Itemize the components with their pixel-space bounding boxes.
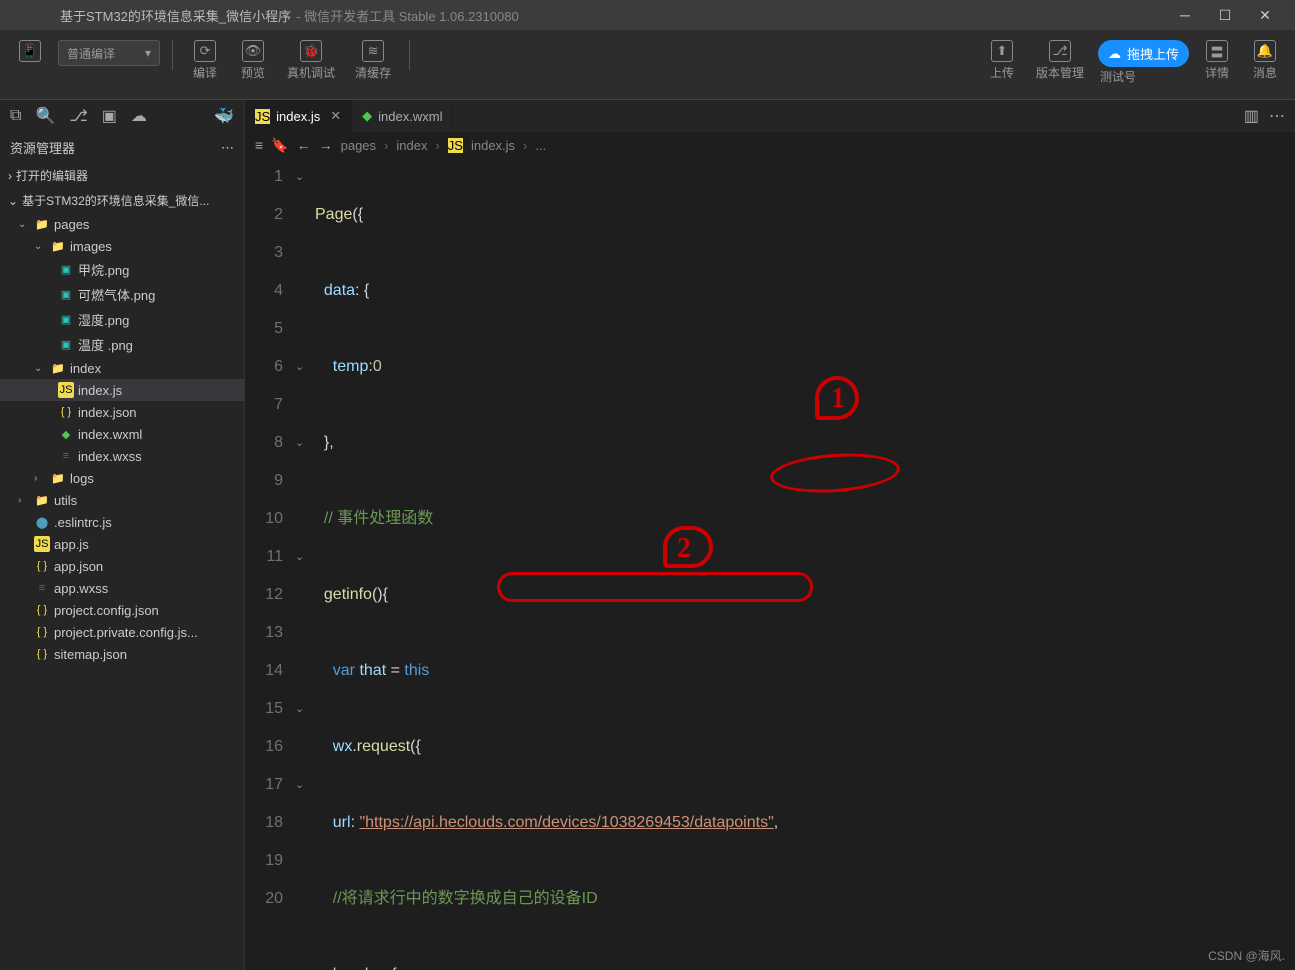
close-tab-icon[interactable]: ✕ — [330, 108, 341, 124]
tab-indexwxml[interactable]: ◆ index.wxml — [352, 100, 453, 132]
window-subtitle: - 微信开发者工具 Stable 1.06.2310080 — [296, 6, 519, 25]
docker-icon[interactable]: 🐳 — [214, 106, 234, 126]
drag-upload-pill[interactable]: ☁ 拖拽上传 — [1098, 40, 1189, 67]
breadcrumb-bar: ≡ 🔖 ← → pages› index› JS index.js› ... — [245, 132, 1295, 158]
compile-mode-select[interactable]: 普通编译▾ — [58, 40, 160, 66]
bookmark-icon[interactable]: 🔖 — [271, 137, 288, 154]
test-account-button[interactable]: 测试号 — [1094, 66, 1142, 87]
tree-pages[interactable]: ⌄📁pages — [0, 213, 244, 235]
tree-projprivconf[interactable]: { }project.private.config.js... — [0, 621, 244, 643]
js-icon: JS — [255, 109, 270, 124]
crumb-index[interactable]: index — [396, 138, 427, 153]
split-icon[interactable]: ▥ — [1244, 106, 1259, 126]
tree-indexwxml[interactable]: ◆index.wxml — [0, 423, 244, 445]
close-button[interactable]: ✕ — [1245, 0, 1285, 30]
tab-bar: JS index.js ✕ ◆ index.wxml ▥ ⋯ — [245, 100, 1295, 132]
annotation-label-2: 2 — [677, 530, 691, 568]
more-icon[interactable]: ⋯ — [221, 140, 234, 156]
tree-indexjson[interactable]: { }index.json — [0, 401, 244, 423]
messages-button[interactable]: 🔔消息 — [1245, 38, 1285, 83]
devices-button[interactable]: 📱 — [10, 38, 50, 64]
open-editors-section[interactable]: ›打开的编辑器 — [0, 163, 244, 188]
titlebar: 基于STM32的环境信息采集_微信小程序 - 微信开发者工具 Stable 1.… — [0, 0, 1295, 30]
window-title: 基于STM32的环境信息采集_微信小程序 — [60, 6, 291, 25]
tree-img2[interactable]: ▣可燃气体.png — [0, 282, 244, 307]
line-numbers: 1234567891011121314151617181920 — [245, 158, 295, 970]
version-button[interactable]: ⎇版本管理 — [1030, 38, 1090, 83]
project-section[interactable]: ⌄基于STM32的环境信息采集_微信... — [0, 188, 244, 213]
tree-index[interactable]: ⌄📁index — [0, 357, 244, 379]
fold-column: ⌄⌄⌄⌄⌄⌄ — [295, 158, 315, 970]
tree-img1[interactable]: ▣甲烷.png — [0, 257, 244, 282]
forward-icon[interactable]: → — [319, 137, 333, 153]
tree-img3[interactable]: ▣湿度.png — [0, 307, 244, 332]
tree-appwxss[interactable]: ≡app.wxss — [0, 577, 244, 599]
list-icon[interactable]: ≡ — [255, 137, 263, 153]
wxml-icon: ◆ — [362, 108, 372, 124]
file-tree: ⌄📁pages ⌄📁images ▣甲烷.png ▣可燃气体.png ▣湿度.p… — [0, 213, 244, 665]
real-debug-button[interactable]: 🐞真机调试 — [281, 38, 341, 83]
tree-sitemap[interactable]: { }sitemap.json — [0, 643, 244, 665]
box-icon[interactable]: ▣ — [102, 106, 117, 126]
sidebar-icons: ⧉ 🔍 ⎇ ▣ ☁ 🐳 — [0, 100, 244, 132]
explorer-icon[interactable]: ⧉ — [10, 107, 21, 125]
tree-utils[interactable]: ›📁utils — [0, 489, 244, 511]
cloud-icon[interactable]: ☁ — [131, 106, 147, 126]
crumb-file[interactable]: index.js — [471, 138, 515, 153]
maximize-button[interactable]: ☐ — [1205, 0, 1245, 30]
explorer-header: 资源管理器 ⋯ — [0, 132, 244, 163]
compile-button[interactable]: ⟳编译 — [185, 38, 225, 83]
minimize-button[interactable]: ─ — [1165, 0, 1205, 30]
crumb-more[interactable]: ... — [535, 138, 546, 153]
code-editor[interactable]: 1234567891011121314151617181920 ⌄⌄⌄⌄⌄⌄ P… — [245, 158, 1295, 970]
code-content: Page({ data: { temp:0 }, // 事件处理函数 getin… — [315, 158, 801, 970]
watermark: CSDN @海风. — [1208, 947, 1285, 964]
upload-button[interactable]: ⬆上传 — [982, 38, 1022, 83]
search-icon[interactable]: 🔍 — [35, 106, 55, 126]
cloud-icon: ☁ — [1108, 46, 1121, 62]
compile-mode-label: 普通编译 — [67, 45, 115, 62]
details-button[interactable]: 〓详情 — [1197, 38, 1237, 83]
tree-logs[interactable]: ›📁logs — [0, 467, 244, 489]
back-icon[interactable]: ← — [297, 137, 311, 153]
tree-indexwxss[interactable]: ≡index.wxss — [0, 445, 244, 467]
tree-images[interactable]: ⌄📁images — [0, 235, 244, 257]
tree-eslint[interactable]: ⬤.eslintrc.js — [0, 511, 244, 533]
git-icon[interactable]: ⎇ — [69, 106, 87, 126]
crumb-pages[interactable]: pages — [341, 138, 376, 153]
preview-button[interactable]: 👁预览 — [233, 38, 273, 83]
tree-appjs[interactable]: JSapp.js — [0, 533, 244, 555]
sidebar: ⧉ 🔍 ⎇ ▣ ☁ 🐳 资源管理器 ⋯ ›打开的编辑器 ⌄基于STM32的环境信… — [0, 100, 245, 970]
tree-projconf[interactable]: { }project.config.json — [0, 599, 244, 621]
clear-cache-button[interactable]: ≋清缓存 — [349, 38, 397, 83]
tab-indexjs[interactable]: JS index.js ✕ — [245, 100, 352, 132]
tree-appjson[interactable]: { }app.json — [0, 555, 244, 577]
tree-img4[interactable]: ▣温度 .png — [0, 332, 244, 357]
more-tabs-icon[interactable]: ⋯ — [1269, 106, 1285, 126]
tree-indexjs[interactable]: JSindex.js — [0, 379, 244, 401]
editor-area: JS index.js ✕ ◆ index.wxml ▥ ⋯ ≡ 🔖 ← → p… — [245, 100, 1295, 970]
annotation-label-1: 1 — [831, 380, 845, 418]
main-toolbar: 📱 普通编译▾ ⟳编译 👁预览 🐞真机调试 ≋清缓存 ⬆上传 ⎇版本管理 ☁ 拖… — [0, 30, 1295, 100]
